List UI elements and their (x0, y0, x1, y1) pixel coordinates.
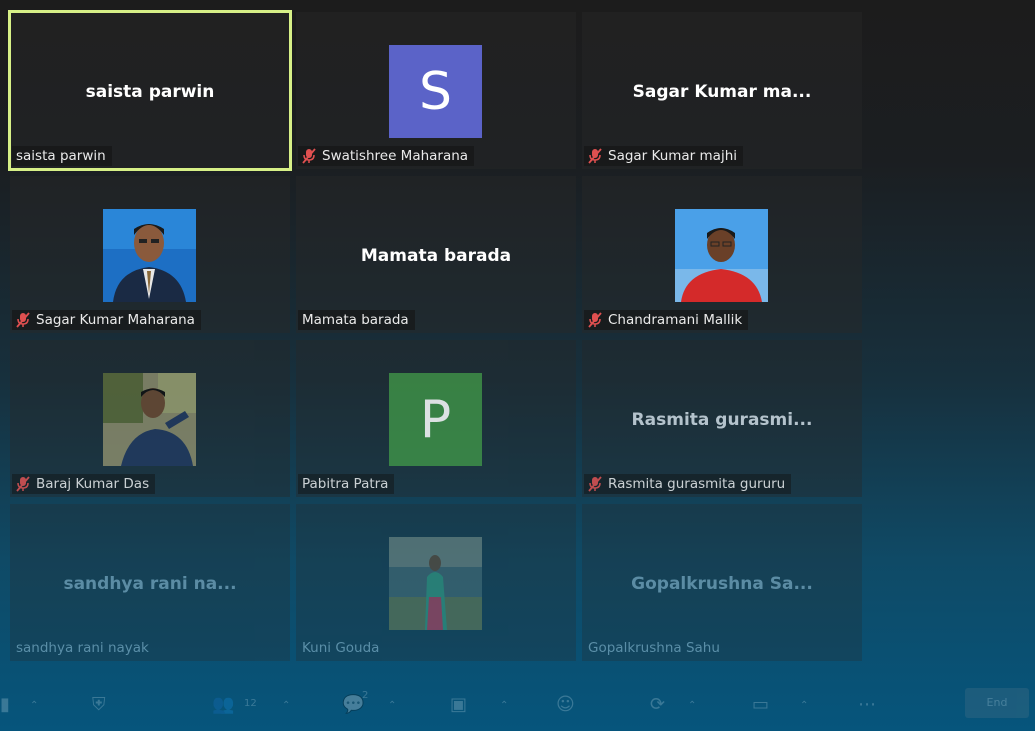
video-grid: saista parwin saista parwin S Swatishree… (8, 10, 862, 672)
participant-tile[interactable]: Rasmita gurasmi... Rasmita gurasmita gur… (582, 340, 862, 497)
participant-name: Kuni Gouda (302, 640, 380, 656)
participant-tile[interactable]: S Swatishree Maharana (296, 12, 576, 169)
participant-name-label: sandhya rani nayak (12, 638, 155, 658)
participant-display-name: Sagar Kumar ma... (632, 82, 812, 102)
participant-name-label: Baraj Kumar Das (12, 474, 156, 494)
participant-tile[interactable]: Sagar Kumar ma... Sagar Kumar majhi (582, 12, 862, 169)
participant-display-name: Rasmita gurasmi... (631, 410, 813, 430)
participant-name: Swatishree Maharana (322, 148, 469, 164)
avatar: S (389, 45, 482, 138)
participant-photo (389, 537, 482, 630)
participant-name: Pabitra Patra (302, 476, 389, 492)
participant-photo (103, 373, 196, 466)
participant-tile[interactable]: Sagar Kumar Maharana (10, 176, 290, 333)
participant-tile[interactable]: P Pabitra Patra (296, 340, 576, 497)
participant-name: Baraj Kumar Das (36, 476, 150, 492)
participant-display-name: sandhya rani na... (63, 574, 237, 594)
participant-display-name: saista parwin (85, 82, 215, 102)
participant-tile[interactable]: Mamata barada Mamata barada (296, 176, 576, 333)
muted-mic-icon (16, 312, 30, 328)
participant-tile[interactable]: saista parwin saista parwin (8, 10, 292, 171)
chat-badge: 2 (362, 690, 369, 701)
participant-name: Rasmita gurasmita gururu (608, 476, 786, 492)
participants-icon[interactable]: 👥 (212, 694, 234, 715)
participant-name: saista parwin (16, 148, 106, 164)
chevron-up-icon[interactable]: ⌃ (282, 700, 290, 711)
participant-name-label: Swatishree Maharana (298, 146, 475, 166)
participant-name-label: Sagar Kumar Maharana (12, 310, 201, 330)
participant-name: Chandramani Mallik (608, 312, 743, 328)
participant-name-label: Sagar Kumar majhi (584, 146, 744, 166)
participant-tile[interactable]: Baraj Kumar Das (10, 340, 290, 497)
participant-photo (103, 209, 196, 302)
end-meeting-button[interactable]: End (965, 688, 1029, 718)
more-icon[interactable]: ⋯ (858, 694, 876, 715)
participant-name: Gopalkrushna Sahu (588, 640, 720, 656)
participant-tile[interactable]: Gopalkrushna Sa... Gopalkrushna Sahu (582, 504, 862, 661)
chevron-up-icon[interactable]: ⌃ (688, 700, 696, 711)
security-shield-icon[interactable]: ⛨ (92, 694, 106, 715)
participant-name-label: Pabitra Patra (298, 474, 395, 494)
participant-name-label: Rasmita gurasmita gururu (584, 474, 792, 494)
whiteboard-icon[interactable]: ▭ (752, 694, 769, 715)
muted-mic-icon (588, 148, 602, 164)
apps-icon[interactable]: ⟳ (650, 694, 665, 715)
muted-mic-icon (588, 312, 602, 328)
muted-mic-icon (302, 148, 316, 164)
participant-name: Sagar Kumar Maharana (36, 312, 195, 328)
participants-count: 12 (244, 698, 257, 709)
participant-photo (675, 209, 768, 302)
chevron-up-icon[interactable]: ⌃ (30, 700, 38, 711)
participant-name-label: Kuni Gouda (298, 638, 385, 658)
participant-display-name: Mamata barada (360, 246, 512, 266)
participant-tile[interactable]: Chandramani Mallik (582, 176, 862, 333)
participant-name-label: Mamata barada (298, 310, 415, 330)
participant-name: Mamata barada (302, 312, 409, 328)
share-screen-icon[interactable]: ▣ (450, 694, 467, 715)
chevron-up-icon[interactable]: ⌃ (388, 700, 396, 711)
participant-name: sandhya rani nayak (16, 640, 149, 656)
participant-display-name: Gopalkrushna Sa... (631, 574, 813, 594)
participant-name-label: Chandramani Mallik (584, 310, 749, 330)
participant-name: Sagar Kumar majhi (608, 148, 738, 164)
participant-name-label: Gopalkrushna Sahu (584, 638, 726, 658)
meeting-toolbar: ▮ ⌃ ⛨ 👥 12 ⌃ 💬 2 ⌃ ▣ ⌃ ☺ ⟳ ⌃ ▭ ⌃ ⋯ End (0, 688, 1035, 728)
audio-icon[interactable]: ▮ (0, 694, 10, 715)
participant-tile[interactable]: sandhya rani na... sandhya rani nayak (10, 504, 290, 661)
participant-name-label: saista parwin (12, 146, 112, 166)
participant-tile[interactable]: Kuni Gouda (296, 504, 576, 661)
chevron-up-icon[interactable]: ⌃ (500, 700, 508, 711)
avatar: P (389, 373, 482, 466)
muted-mic-icon (588, 476, 602, 492)
reactions-icon[interactable]: ☺ (556, 694, 575, 715)
chevron-up-icon[interactable]: ⌃ (800, 700, 808, 711)
muted-mic-icon (16, 476, 30, 492)
